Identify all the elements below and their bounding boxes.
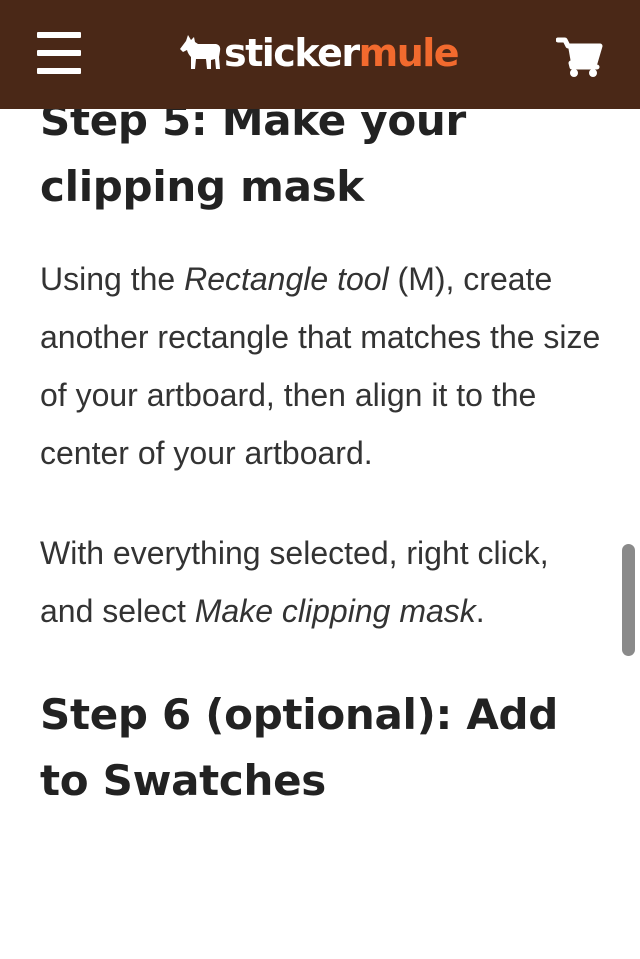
menu-bar-middle (37, 50, 81, 56)
scrollbar-thumb[interactable] (622, 544, 635, 656)
stickermule-logo[interactable]: stickermule (178, 28, 460, 78)
step5-p1-text-1: Using the (40, 261, 185, 297)
step5-paragraph-2: With everything selected, right click, a… (40, 524, 610, 640)
site-header: stickermule (0, 0, 640, 109)
page: stickermule Step 5: Make your clipping m… (0, 0, 640, 959)
hamburger-menu-icon[interactable] (37, 32, 81, 74)
shopping-cart-icon[interactable] (555, 36, 604, 78)
step6-heading: Step 6 (optional): Add to Swatches (40, 690, 559, 805)
logo-wordmark: stickermule (224, 31, 460, 75)
menu-bar-bottom (37, 68, 81, 74)
rectangle-tool-emphasis: Rectangle tool (184, 261, 389, 297)
menu-bar-top (37, 32, 81, 38)
step5-paragraph-1: Using the Rectangle tool (M), create ano… (40, 250, 610, 482)
mule-logo-icon (180, 35, 221, 69)
logo-text-sticker: sticker (224, 31, 360, 75)
step5-p2-text-2: . (475, 593, 485, 629)
make-clipping-mask-emphasis: Make clipping mask (194, 593, 476, 629)
article-content: Step 5: Make your clipping mask Using th… (40, 88, 610, 814)
cart-icon-graphic (555, 37, 603, 77)
logo-text-mule: mule (358, 31, 460, 75)
